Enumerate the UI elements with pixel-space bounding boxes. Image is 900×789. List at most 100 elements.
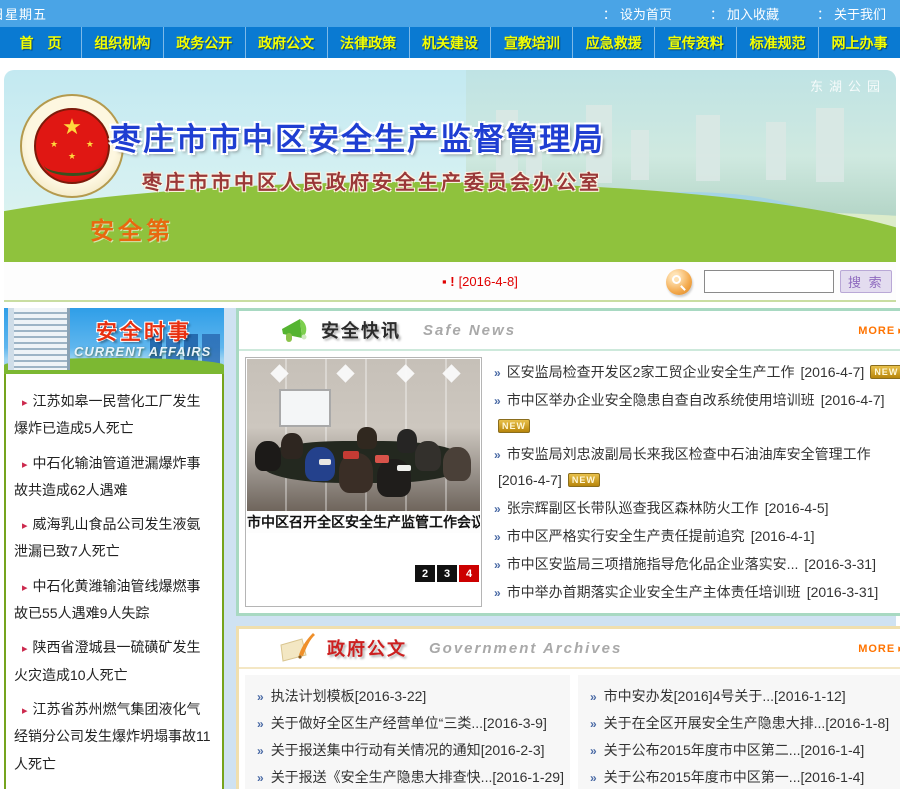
banner-slogan: 安全第 xyxy=(90,211,174,246)
more-link[interactable]: MORE▸ xyxy=(858,324,900,337)
doc-link[interactable]: 关于报送《安全生产隐患大排查快... xyxy=(271,769,493,785)
pager-button-active[interactable]: 4 xyxy=(459,565,479,582)
news-link[interactable]: 中石化黄潍输油管线爆燃事故已55人遇难9人失踪 xyxy=(14,578,201,621)
slideshow-pager: 2 3 4 xyxy=(415,565,479,582)
news-link[interactable]: 中石化输油管道泄漏爆炸事故共造成62人遇难 xyxy=(14,455,201,498)
list-item[interactable]: » 区安监局检查开发区2家工贸企业安全生产工作 [2016-4-7] NEW xyxy=(492,359,900,385)
bullet-icon: » xyxy=(494,366,501,380)
search-button[interactable]: 搜 索 xyxy=(840,270,892,293)
section-title: 安全快讯 xyxy=(321,317,401,343)
news-link[interactable]: 张宗辉副区长带队巡查我区森林防火工作 xyxy=(507,500,759,516)
nav-item-online-services[interactable]: 网上办事 xyxy=(819,27,900,58)
main-nav: 首 页 组织机构 政务公开 政府公文 法律政策 机关建设 宣教培训 应急救援 宣… xyxy=(0,27,900,58)
gov-archives-body: »执法计划模板[2016-3-22] » 关于做好全区生产经营单位“三类... [2… xyxy=(239,669,900,789)
magnifier-glass-icon xyxy=(672,275,681,284)
date-text: 日星期五 xyxy=(0,4,47,23)
news-link[interactable]: 江苏省苏州燃气集团液化气经销分公司发生爆炸坍塌事故11人死亡 xyxy=(14,701,211,772)
content: 安全时事 CURRENT AFFAIRS ▸江苏如皋一民营化工厂发生爆炸已造成5… xyxy=(4,308,896,789)
nav-item-laws-policies[interactable]: 法律政策 xyxy=(328,27,410,58)
list-item[interactable]: »关于做好全区生产经营单位“三类...[2016-3-9] xyxy=(251,710,564,737)
list-item[interactable]: »关于公布2015年度市中区第二...[2016-1-4] xyxy=(584,737,900,764)
section-title: 政府公文 xyxy=(327,635,407,661)
sidebar-header: 安全时事 CURRENT AFFAIRS xyxy=(4,308,224,374)
list-item[interactable]: »关于报送《安全生产隐患大排查快...[2016-1-29] xyxy=(251,764,564,789)
list-item[interactable]: »市中区安监局三项措施指导危化品企业落实安...[2016-3-31] xyxy=(492,551,900,577)
doc-date: [2016-1-8] xyxy=(825,715,889,731)
doc-date: [2016-1-4] xyxy=(800,769,864,785)
list-item[interactable]: ▸威海乳山食品公司发生液氨泄漏已致7人死亡 xyxy=(14,511,214,566)
list-item[interactable]: »关于公布2015年度市中区第一...[2016-1-4] xyxy=(584,764,900,789)
list-item[interactable]: ▸江苏省苏州燃气集团液化气经销分公司发生爆炸坍塌事故11人死亡 xyxy=(14,696,214,778)
pager-button[interactable]: 3 xyxy=(437,565,457,582)
nav-item-gov-documents[interactable]: 政府公文 xyxy=(246,27,328,58)
banner: 东湖公园 ★ ★ ★ ★ 枣庄市市中区安全生产监督管理局 枣庄市市中区人民政府安… xyxy=(4,70,896,262)
list-item[interactable]: »关于报送集中行动有关情况的通知[2016-2-3] xyxy=(251,737,564,764)
news-link[interactable]: 区安监局检查开发区2家工贸企业安全生产工作 xyxy=(507,364,795,380)
main-column: 安全快讯 Safe News MORE▸ xyxy=(236,308,900,789)
nav-item-agency-building[interactable]: 机关建设 xyxy=(410,27,492,58)
news-date: [2016-4-7] xyxy=(498,472,562,488)
doc-link[interactable]: 市中安办发[2016]4号关于... xyxy=(604,688,774,704)
about-us-link[interactable]: ：关于我们 xyxy=(817,4,886,23)
news-link[interactable]: 市中区严格实行安全生产责任提前追究 xyxy=(507,528,745,544)
nav-item-education-training[interactable]: 宣教培训 xyxy=(491,27,573,58)
bullet-icon: » xyxy=(257,717,264,731)
list-item[interactable]: ▸中石化黄潍输油管线爆燃事故已55人遇难9人失踪 xyxy=(14,573,214,628)
news-link[interactable]: 陕西省澄城县一硫磺矿发生火灾造成10人死亡 xyxy=(14,639,201,682)
news-link[interactable]: 市中区安监局三项措施指导危化品企业落实安... xyxy=(507,556,799,572)
list-item[interactable]: ▸中石化输油管道泄漏爆炸事故共造成62人遇难 xyxy=(14,450,214,505)
set-homepage-link[interactable]: ：设为首页 xyxy=(603,4,672,23)
meeting-photo xyxy=(247,359,480,511)
photo-slideshow[interactable]: 2 3 4 市中区召开全区安全生产监管工作会议 xyxy=(245,357,482,607)
doc-link[interactable]: 关于报送集中行动有关情况的通知 xyxy=(271,742,481,758)
bullet-icon: ▸ xyxy=(22,705,28,717)
list-item[interactable]: »市安监局刘忠波副局长来我区检查中石油油库安全管理工作[2016-4-7]NEW xyxy=(492,441,900,493)
news-link[interactable]: 市中区举办企业安全隐患自查自改系统使用培训班 xyxy=(507,392,815,408)
bullet-icon: ▸ xyxy=(22,582,28,594)
list-item[interactable]: »关于在全区开展安全生产隐患大排...[2016-1-8] xyxy=(584,710,900,737)
list-item[interactable]: ▸陕西省澄城县一硫磺矿发生火灾造成10人死亡 xyxy=(14,634,214,689)
news-link[interactable]: 市安监局刘忠波副局长来我区检查中石油油库安全管理工作 xyxy=(507,446,871,462)
add-favorites-link[interactable]: ：加入收藏 xyxy=(710,4,779,23)
list-item[interactable]: »执法计划模板[2016-3-22] xyxy=(251,683,564,710)
list-item[interactable]: »市中安办发[2016]4号关于...[2016-1-12] xyxy=(584,683,900,710)
nav-item-home[interactable]: 首 页 xyxy=(0,27,82,58)
more-link[interactable]: MORE▸ xyxy=(858,642,900,655)
star-icon: ★ xyxy=(86,140,94,149)
news-link[interactable]: 江苏如皋一民营化工厂发生爆炸已造成5人死亡 xyxy=(14,393,201,436)
nav-item-gov-affairs[interactable]: 政务公开 xyxy=(164,27,246,58)
doc-date: [2016-1-29] xyxy=(492,769,564,785)
nav-item-publicity-materials[interactable]: 宣传资料 xyxy=(655,27,737,58)
news-date: [2016-4-7] xyxy=(800,364,864,380)
pager-button[interactable]: 2 xyxy=(415,565,435,582)
new-badge: NEW xyxy=(870,365,900,379)
bullet-icon: » xyxy=(494,448,501,462)
nav-item-organization[interactable]: 组织机构 xyxy=(82,27,164,58)
news-date: [2016-4-7] xyxy=(821,392,885,408)
doc-link[interactable]: 关于公布2015年度市中区第二... xyxy=(604,742,801,758)
list-item[interactable]: »张宗辉副区长带队巡查我区森林防火工作[2016-4-5] xyxy=(492,495,900,521)
sidebar-subtitle: CURRENT AFFAIRS xyxy=(74,344,211,359)
doc-link[interactable]: 关于在全区开展安全生产隐患大排... xyxy=(604,715,826,731)
list-item[interactable]: »市中区举办企业安全隐患自查自改系统使用培训班[2016-4-7]NEW xyxy=(492,387,900,439)
doc-date: [2016-1-4] xyxy=(800,742,864,758)
search-icon[interactable] xyxy=(666,269,692,295)
sidebar: 安全时事 CURRENT AFFAIRS ▸江苏如皋一民营化工厂发生爆炸已造成5… xyxy=(4,308,224,789)
news-link[interactable]: 威海乳山食品公司发生液氨泄漏已致7人死亡 xyxy=(14,516,201,559)
sidebar-news-list: ▸江苏如皋一民营化工厂发生爆炸已造成5人死亡 ▸中石化输油管道泄漏爆炸事故共造成… xyxy=(4,374,224,789)
news-ticker[interactable]: ▪ ![2016-4-8] xyxy=(442,274,518,289)
nav-item-standards[interactable]: 标准规范 xyxy=(737,27,819,58)
search-input[interactable] xyxy=(704,270,834,293)
page: 日星期五 ：设为首页 ：加入收藏 ：关于我们 首 页 组织机构 政务公开 政府公… xyxy=(0,0,900,789)
nav-item-emergency-rescue[interactable]: 应急救援 xyxy=(573,27,655,58)
list-item[interactable]: ▸江苏如皋一民营化工厂发生爆炸已造成5人死亡 xyxy=(14,388,214,443)
more-label: MORE xyxy=(858,325,895,337)
section-subtitle: Government Archives xyxy=(429,640,622,657)
list-item[interactable]: »市中举办首期落实企业安全生产主体责任培训班[2016-3-31] xyxy=(492,579,900,605)
doc-link[interactable]: 关于公布2015年度市中区第一... xyxy=(604,769,801,785)
photo-caption[interactable]: 市中区召开全区安全生产监管工作会议 xyxy=(247,511,480,533)
news-link[interactable]: 市中举办首期落实企业安全生产主体责任培训班 xyxy=(507,584,801,600)
list-item[interactable]: »市中区严格实行安全生产责任提前追究[2016-4-1] xyxy=(492,523,900,549)
doc-link[interactable]: 执法计划模板 xyxy=(271,688,355,704)
doc-link[interactable]: 关于做好全区生产经营单位“三类... xyxy=(271,715,483,731)
